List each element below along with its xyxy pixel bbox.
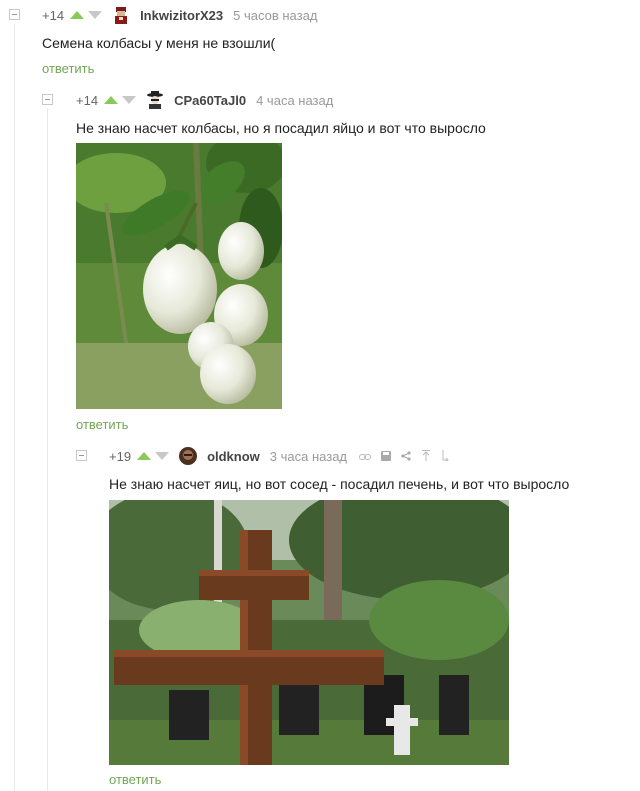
comment-header: +19 oldknow 3 часа назад bbox=[109, 446, 449, 466]
comment-text: Не знаю насчет яиц, но вот сосед - посад… bbox=[109, 476, 570, 492]
collapse-button[interactable] bbox=[9, 9, 20, 20]
comment-rating: +19 bbox=[109, 448, 132, 464]
downvote-icon[interactable] bbox=[88, 11, 103, 19]
collapse-button[interactable] bbox=[76, 450, 87, 461]
upvote-icon[interactable] bbox=[70, 11, 85, 19]
comment-username[interactable]: CPa60TaJl0 bbox=[174, 93, 246, 108]
reply-link[interactable]: ответить bbox=[76, 417, 128, 432]
parent-icon[interactable] bbox=[441, 449, 449, 464]
upvote-icon[interactable] bbox=[137, 452, 152, 460]
save-icon[interactable] bbox=[381, 449, 392, 464]
reply-link[interactable]: ответить bbox=[42, 61, 94, 76]
comment-rating: +14 bbox=[76, 92, 99, 108]
collapse-button[interactable] bbox=[42, 94, 53, 105]
upvote-icon[interactable] bbox=[104, 96, 119, 104]
comment-text: Не знаю насчет колбасы, но я посадил яйц… bbox=[76, 120, 486, 136]
scroll-top-icon[interactable] bbox=[421, 449, 431, 464]
link-icon[interactable] bbox=[359, 449, 372, 464]
eggplant-image[interactable] bbox=[76, 143, 282, 409]
reply-link[interactable]: ответить bbox=[109, 772, 161, 787]
comment-time[interactable]: 4 часа назад bbox=[256, 93, 333, 108]
comment-time[interactable]: 5 часов назад bbox=[233, 8, 317, 23]
avatar[interactable] bbox=[112, 6, 130, 24]
comment-header: +14 CPa60TaJl0 4 часа назад bbox=[76, 90, 333, 110]
comment-text: Семена колбасы у меня не взошли( bbox=[42, 35, 276, 51]
downvote-icon[interactable] bbox=[155, 452, 170, 460]
comment-username[interactable]: oldknow bbox=[207, 449, 260, 464]
comment-header: +14 InkwizitorX23 5 часов назад bbox=[42, 5, 317, 25]
share-icon[interactable] bbox=[401, 449, 411, 464]
avatar[interactable] bbox=[179, 447, 198, 465]
avatar[interactable] bbox=[146, 91, 164, 109]
comment-time[interactable]: 3 часа назад bbox=[270, 449, 347, 464]
cross-image[interactable] bbox=[109, 500, 509, 765]
comment-username[interactable]: InkwizitorX23 bbox=[140, 8, 223, 23]
comment-rating: +14 bbox=[42, 7, 65, 23]
comment-tools bbox=[359, 449, 449, 464]
thread-line bbox=[47, 108, 48, 791]
thread-line bbox=[14, 24, 15, 791]
downvote-icon[interactable] bbox=[122, 96, 137, 104]
